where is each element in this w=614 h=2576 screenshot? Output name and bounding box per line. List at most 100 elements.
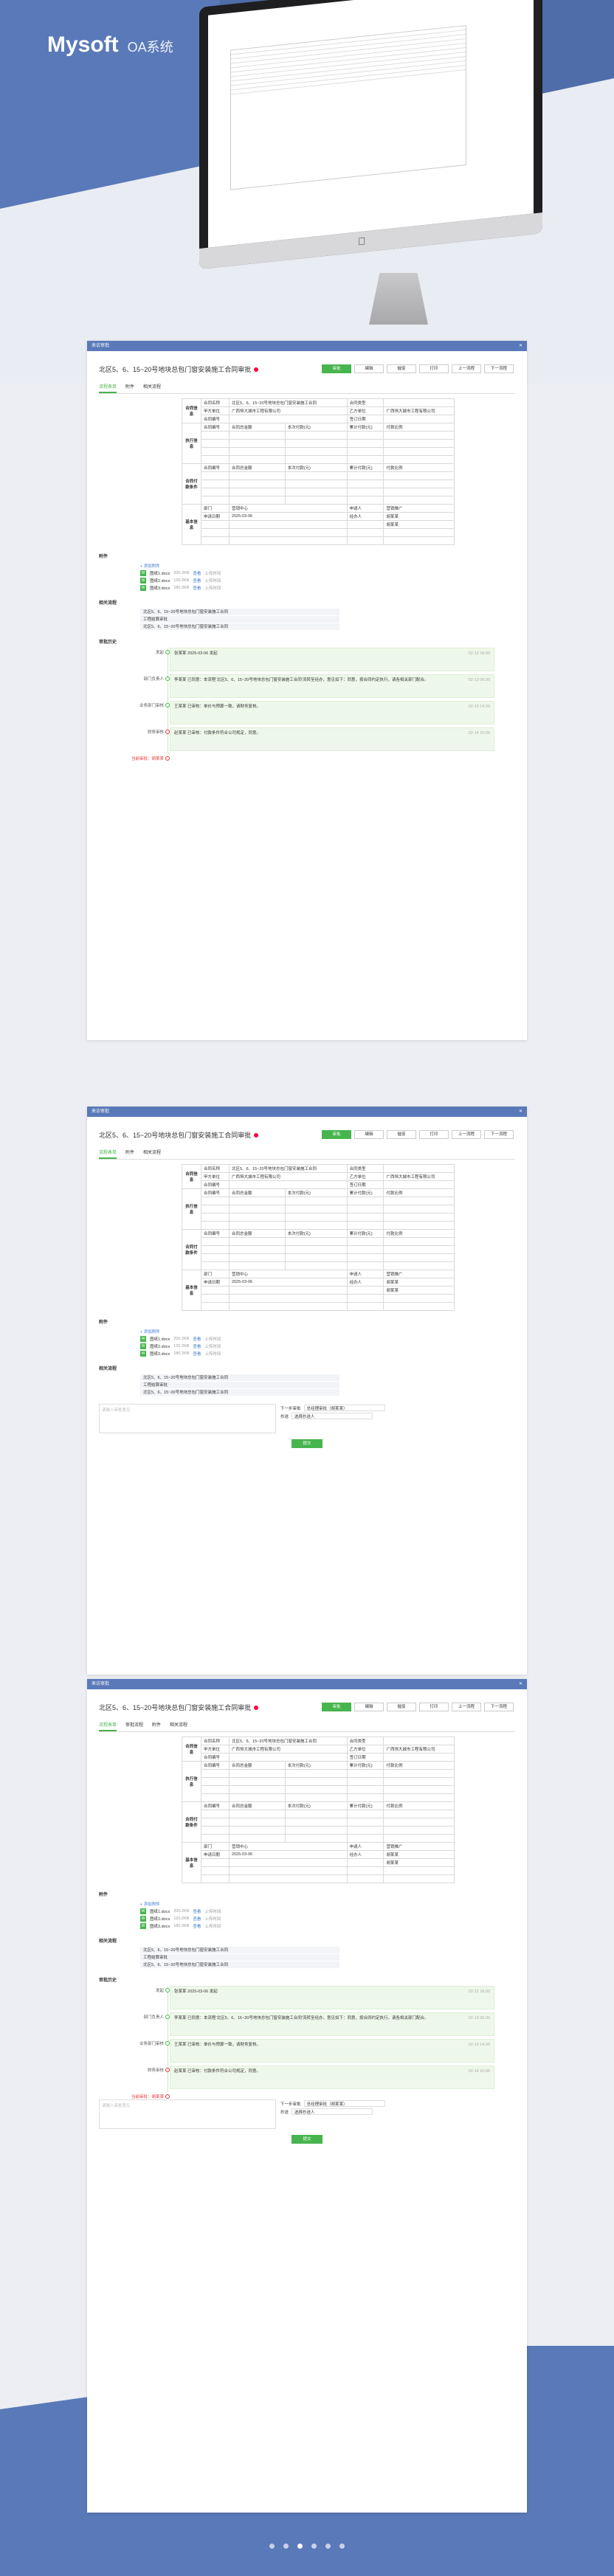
toolbar-button[interactable]: 上一流程 bbox=[452, 364, 481, 373]
tab-bar: 流程表单 审批流程 附件 相关流程 bbox=[99, 1720, 515, 1732]
related-item[interactable]: 北区5、6、15~20号地块总包门窗安装施工合同 bbox=[140, 1962, 339, 1969]
toolbar-button[interactable]: 下一流程 bbox=[484, 1703, 514, 1711]
toolbar-button[interactable]: 下一流程 bbox=[484, 1130, 514, 1139]
attachment-heading: 附件 bbox=[99, 555, 108, 559]
page-indicator[interactable] bbox=[0, 2544, 614, 2549]
approval-panel: 请输入审批意见 下一步审批 总经理审批（胡某某） 抄送 选择抄送人 bbox=[99, 2099, 515, 2129]
toolbar-button[interactable]: 催促 bbox=[387, 1703, 416, 1711]
file-icon: W bbox=[140, 1908, 146, 1914]
submit-button[interactable]: 提交 bbox=[292, 1439, 322, 1448]
history-item: 部门负责人 李某某 已同意：本流程‘北区5、6、15~20号地块总包门窗安装施工合… bbox=[143, 2012, 502, 2036]
attachment-item[interactable]: W 图纸1.docx 200.2KB 查看 上传时间 bbox=[140, 569, 515, 577]
file-icon: W bbox=[140, 585, 146, 591]
related-item[interactable]: 北区5、6、15~20号地块总包门窗安装施工合同 bbox=[140, 1389, 339, 1396]
related-heading: 相关流程 bbox=[99, 601, 117, 606]
tab[interactable]: 相关流程 bbox=[143, 381, 161, 393]
opinion-textarea[interactable]: 请输入审批意见 bbox=[99, 1404, 276, 1433]
related-item[interactable]: 工程结算审批 bbox=[140, 1382, 339, 1389]
related-item[interactable]: 北区5、6、15~20号地块总包门窗安装施工合同 bbox=[140, 1374, 339, 1382]
toolbar-button[interactable]: 打印 bbox=[419, 364, 449, 373]
related-item[interactable]: 北区5、6、15~20号地块总包门窗安装施工合同 bbox=[140, 1947, 339, 1954]
add-attachment-link[interactable]: + 添加附件 bbox=[140, 562, 515, 569]
contract-form: 合同信息 合同名称 北区5、6、15~20号地块总包门窗安装施工合同 合同类型 甲方单位… bbox=[182, 398, 455, 545]
toolbar-button[interactable]: 审批 bbox=[322, 1703, 351, 1711]
file-icon: W bbox=[140, 1336, 146, 1342]
history-heading: 审批历史 bbox=[99, 640, 117, 645]
toolbar-button[interactable]: 催促 bbox=[387, 1130, 416, 1139]
file-icon: W bbox=[140, 1916, 146, 1922]
toolbar-button[interactable]: 审批 bbox=[322, 364, 351, 373]
toolbar-button[interactable]: 上一流程 bbox=[452, 1703, 481, 1711]
tab[interactable]: 附件 bbox=[125, 381, 134, 393]
attachment-heading: 附件 bbox=[99, 1893, 108, 1897]
toolbar: 审批 编辑 催促 打印 上一流程 下一流程 bbox=[322, 1703, 514, 1711]
attachment-item[interactable]: W 图纸2.docx 120.2KB 查看 上传时间 bbox=[140, 1343, 515, 1350]
contract-form: 合同信息 合同名称 北区5、6、15~20号地块总包门窗安装施工合同 合同类型 甲方单位… bbox=[182, 1737, 455, 1883]
next-step-select[interactable]: 总经理审批（胡某某） bbox=[303, 1405, 385, 1411]
add-attachment-link[interactable]: + 添加附件 bbox=[140, 1328, 515, 1335]
tab[interactable]: 审批流程 bbox=[125, 1720, 143, 1731]
toolbar-button[interactable]: 审批 bbox=[322, 1130, 351, 1139]
related-list: 北区5、6、15~20号地块总包门窗安装施工合同 工程结算审批 北区5、6、15~2… bbox=[140, 609, 339, 631]
form-window: 来访审批 ✕ 审批 编辑 催促 打印 上一流程 下一流程北区5、6、15~20号地块总包门窗安… bbox=[87, 1679, 527, 2513]
toolbar-button[interactable]: 下一流程 bbox=[484, 364, 514, 373]
attachment-list: + 添加附件 W 图纸1.docx 200.2KB 查看 上传时间 W 图纸2.docx 120… bbox=[140, 1328, 515, 1357]
tab[interactable]: 附件 bbox=[152, 1720, 161, 1731]
toolbar-button[interactable]: 上一流程 bbox=[452, 1130, 481, 1139]
next-step-select[interactable]: 总经理审批（胡某某） bbox=[303, 2100, 385, 2107]
file-icon: W bbox=[140, 1923, 146, 1929]
attachment-item[interactable]: W 图纸3.docx 180.2KB 查看 上传时间 bbox=[140, 1350, 515, 1357]
submit-button[interactable]: 提交 bbox=[292, 2135, 322, 2144]
attachment-item[interactable]: W 图纸3.docx 180.2KB 查看 上传时间 bbox=[140, 1922, 515, 1930]
history-heading: 审批历史 bbox=[99, 1978, 117, 1983]
window-titlebar: 来访审批 ✕ bbox=[87, 1107, 527, 1117]
tab[interactable]: 流程表单 bbox=[99, 1720, 117, 1731]
toolbar: 审批 编辑 催促 打印 上一流程 下一流程 bbox=[322, 364, 514, 373]
section-label: 合同信息 bbox=[182, 1737, 201, 1762]
section-label: 合同信息 bbox=[182, 398, 201, 423]
form-window: 来访审批 ✕ 审批 编辑 催促 打印 上一流程 下一流程 北区5、6、15~20号地块总包门窗安… bbox=[87, 341, 527, 1040]
brand-logo: Mysoft OA系统 bbox=[47, 32, 173, 57]
related-item[interactable]: 北区5、6、15~20号地块总包门窗安装施工合同 bbox=[140, 623, 339, 631]
tab[interactable]: 相关流程 bbox=[170, 1720, 187, 1731]
tab[interactable]: 流程表单 bbox=[99, 381, 117, 393]
toolbar-button[interactable]: 编辑 bbox=[354, 1130, 384, 1139]
related-heading: 相关流程 bbox=[99, 1939, 117, 1944]
related-item[interactable]: 工程结算审批 bbox=[140, 616, 339, 623]
close-icon[interactable]: ✕ bbox=[519, 341, 522, 351]
window-titlebar: 来访审批 ✕ bbox=[87, 1679, 527, 1689]
attachment-item[interactable]: W 图纸1.docx 200.2KB 查看 上传时间 bbox=[140, 1908, 515, 1915]
related-heading: 相关流程 bbox=[99, 1367, 117, 1371]
tab[interactable]: 流程表单 bbox=[99, 1147, 117, 1159]
attachment-item[interactable]: W 图纸2.docx 120.2KB 查看 上传时间 bbox=[140, 577, 515, 584]
history-item: 部门负责人 李某某 已同意：本流程‘北区5、6、15~20号地块总包门窗安装施工合… bbox=[143, 674, 502, 698]
add-attachment-link[interactable]: + 添加附件 bbox=[140, 1900, 515, 1908]
close-icon[interactable]: ✕ bbox=[519, 1679, 522, 1689]
imac-mockup:  bbox=[184, 0, 542, 332]
tab[interactable]: 相关流程 bbox=[143, 1147, 161, 1159]
attachment-list: + 添加附件 W 图纸1.docx 200.2KB 查看 上传时间 W 图纸2.docx 120… bbox=[140, 1900, 515, 1930]
close-icon[interactable]: ✕ bbox=[519, 1107, 522, 1117]
attachment-item[interactable]: W 图纸2.docx 120.2KB 查看 上传时间 bbox=[140, 1915, 515, 1922]
toolbar-button[interactable]: 打印 bbox=[419, 1703, 449, 1711]
apple-icon:  bbox=[358, 235, 366, 247]
cc-select[interactable]: 选择抄送人 bbox=[292, 2108, 373, 2115]
approval-history: 发起 张某某 2025-03-06 发起 02-12 18:00 部门负责人 李某某 已… bbox=[131, 648, 502, 761]
toolbar-button[interactable]: 编辑 bbox=[354, 1703, 384, 1711]
attachment-heading: 附件 bbox=[99, 1320, 108, 1325]
toolbar-button[interactable]: 编辑 bbox=[354, 364, 384, 373]
opinion-textarea[interactable]: 请输入审批意见 bbox=[99, 2099, 276, 2129]
attachment-list: + 添加附件 W 图纸1.docx 200.2KB 查看 上传时间 W 图纸2.docx 120… bbox=[140, 562, 515, 592]
tab[interactable]: 附件 bbox=[125, 1147, 134, 1159]
attachment-item[interactable]: W 图纸3.docx 180.2KB 查看 上传时间 bbox=[140, 584, 515, 592]
file-icon: W bbox=[140, 578, 146, 584]
related-item[interactable]: 北区5、6、15~20号地块总包门窗安装施工合同 bbox=[140, 609, 339, 616]
attachment-item[interactable]: W 图纸1.docx 200.2KB 查看 上传时间 bbox=[140, 1335, 515, 1343]
history-item: 发起 张某某 2025-03-06 发起 02-12 18:00 bbox=[156, 1986, 502, 2009]
history-item: 发起 张某某 2025-03-06 发起 02-12 18:00 bbox=[156, 648, 502, 671]
toolbar-button[interactable]: 打印 bbox=[419, 1130, 449, 1139]
toolbar-button[interactable]: 催促 bbox=[387, 364, 416, 373]
cc-select[interactable]: 选择抄送人 bbox=[292, 1413, 373, 1419]
contract-form: 合同信息 合同名称 北区5、6、15~20号地块总包门窗安装施工合同 合同类型 甲方单位… bbox=[182, 1164, 455, 1311]
related-item[interactable]: 工程结算审批 bbox=[140, 1954, 339, 1962]
